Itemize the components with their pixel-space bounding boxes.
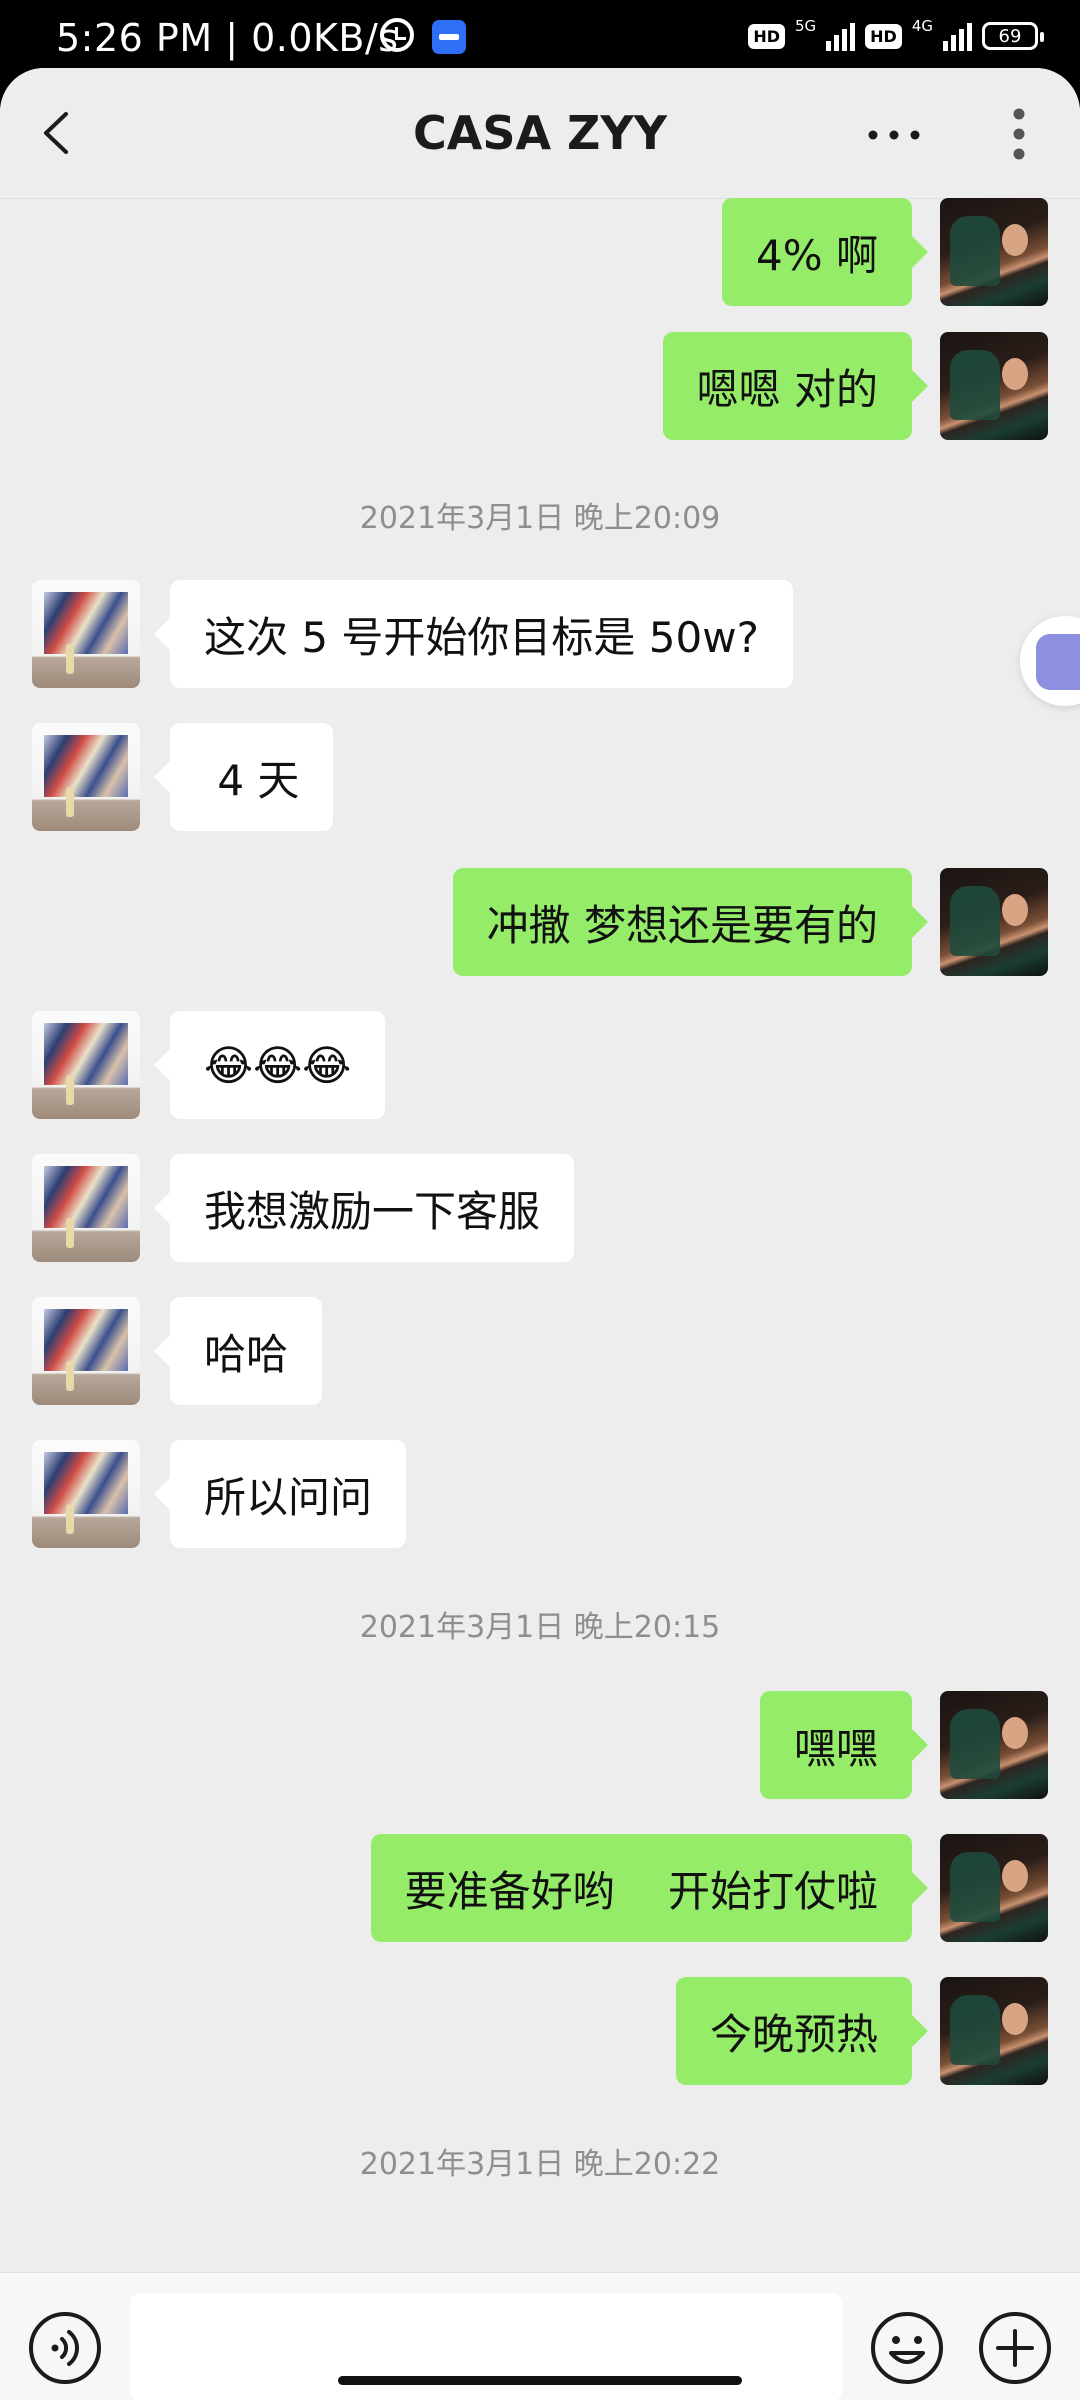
contact-avatar[interactable] — [32, 1154, 140, 1262]
contact-avatar[interactable] — [32, 723, 140, 831]
network-type-label-2: 4G — [911, 17, 933, 35]
message-bubble-outgoing[interactable]: 嗯嗯 对的 — [662, 332, 929, 440]
timestamp: 2021年3月1日 晚上20:15 — [359, 1610, 721, 1645]
status-indicators: HD 5G HD 4G 69 — [748, 14, 1044, 58]
message-bubble-incoming[interactable]: 这次 5 号开始你目标是 50w? — [154, 580, 793, 688]
message-row-outgoing: 冲撒 梦想还是要有的 — [0, 868, 1048, 976]
message-bubble-incoming[interactable]: 哈哈 — [153, 1297, 323, 1405]
signal-icon-2 — [943, 21, 972, 51]
message-row-incoming: 这次 5 号开始你目标是 50w? — [32, 580, 1080, 688]
app-notification-icon — [432, 20, 466, 54]
message-bubble-incoming[interactable]: 所以问问 — [153, 1440, 407, 1548]
timestamp: 2021年3月1日 晚上20:22 — [359, 2147, 721, 2182]
input-bar — [0, 2272, 1080, 2400]
status-time: 5:26 PM | 0.0KB/s — [56, 16, 399, 60]
message-row-incoming: 哈哈 — [32, 1297, 1080, 1405]
message-bubble-outgoing[interactable]: 嘿嘿 — [759, 1691, 929, 1799]
message-row-incoming: 😂😂😂 — [32, 1011, 1080, 1119]
my-avatar[interactable] — [940, 332, 1048, 440]
message-row-outgoing: 要准备好哟 开始打仗啦 — [0, 1834, 1048, 1942]
status-bar: 5:26 PM | 0.0KB/s HD 5G HD 4G 69 — [0, 0, 1080, 70]
message-bubble-outgoing[interactable]: 4% 啊 — [722, 198, 928, 306]
more-horizontal-icon[interactable] — [868, 130, 920, 140]
message-bubble-outgoing[interactable]: 今晚预热 — [675, 1977, 929, 2085]
my-avatar[interactable] — [940, 1691, 1048, 1799]
message-bubble-incoming[interactable]: 4 天 — [153, 723, 334, 831]
timestamp: 2021年3月1日 晚上20:09 — [359, 501, 721, 536]
contact-avatar[interactable] — [32, 580, 140, 688]
alarm-icon — [380, 18, 414, 52]
hd-badge: HD — [748, 23, 785, 49]
my-avatar[interactable] — [940, 1977, 1048, 2085]
signal-icon — [826, 21, 856, 51]
my-avatar[interactable] — [940, 1834, 1048, 1942]
message-bubble-incoming[interactable]: 😂😂😂 — [153, 1011, 386, 1119]
message-row-outgoing: 嗯嗯 对的 — [0, 332, 1048, 440]
more-vertical-icon[interactable] — [1012, 108, 1026, 160]
emoji-icon[interactable] — [870, 2311, 944, 2385]
my-avatar[interactable] — [940, 868, 1048, 976]
message-row-outgoing: 嘿嘿 — [0, 1691, 1048, 1799]
hd-badge-2: HD — [865, 23, 902, 49]
voice-input-icon[interactable] — [28, 2311, 102, 2385]
message-row-incoming: 所以问问 — [32, 1440, 1080, 1548]
contact-avatar[interactable] — [32, 1011, 140, 1119]
network-type-label: 5G — [794, 17, 817, 35]
message-row-incoming: 4 天 — [32, 723, 1080, 831]
plus-icon[interactable] — [978, 2311, 1052, 2385]
message-list[interactable]: 4% 啊 嗯嗯 对的 2021年3月1日 晚上20:09 这次 5 号开始你目标… — [0, 198, 1080, 2272]
contact-avatar[interactable] — [32, 1440, 140, 1548]
home-indicator[interactable] — [338, 2376, 742, 2385]
chat-screen: CASA ZYY 4% 啊 嗯嗯 对的 2021年3月1日 晚上20:09 这次… — [0, 68, 1080, 2400]
contact-avatar[interactable] — [32, 1297, 140, 1405]
message-row-incoming: 我想激励一下客服 — [32, 1154, 1080, 1262]
my-avatar[interactable] — [940, 198, 1048, 306]
message-row-outgoing: 4% 啊 — [0, 198, 1048, 306]
message-row-outgoing: 今晚预热 — [0, 1977, 1048, 2085]
message-bubble-outgoing[interactable]: 要准备好哟 开始打仗啦 — [370, 1834, 929, 1942]
message-bubble-outgoing[interactable]: 冲撒 梦想还是要有的 — [452, 868, 929, 976]
chat-header: CASA ZYY — [0, 68, 1080, 199]
message-bubble-incoming[interactable]: 我想激励一下客服 — [153, 1154, 575, 1262]
battery-icon: 69 — [982, 22, 1044, 50]
